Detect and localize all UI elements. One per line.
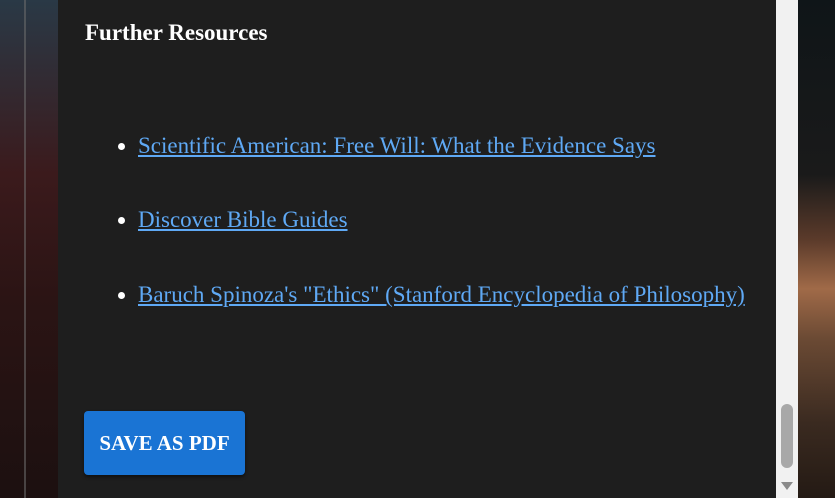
list-item: Baruch Spinoza's "Ethics" (Stanford Ency… [138,277,758,313]
chevron-down-icon[interactable] [780,480,794,492]
background-image-right [798,0,835,498]
section-title: Further Resources [85,20,268,45]
background-image-left [0,0,58,498]
save-as-pdf-button[interactable]: SAVE AS PDF [84,411,245,475]
resource-list: Scientific American: Free Will: What the… [80,128,758,351]
resource-link-scientific-american[interactable]: Scientific American: Free Will: What the… [138,133,656,158]
scrollbar-thumb[interactable] [781,404,793,468]
scrollbar[interactable] [776,0,798,498]
content-panel: Further Resources Scientific American: F… [58,0,776,498]
list-item: Scientific American: Free Will: What the… [138,128,758,164]
resource-link-spinoza-ethics[interactable]: Baruch Spinoza's "Ethics" (Stanford Ency… [138,282,745,307]
resource-link-bible-guides[interactable]: Discover Bible Guides [138,207,348,232]
list-item: Discover Bible Guides [138,202,758,238]
